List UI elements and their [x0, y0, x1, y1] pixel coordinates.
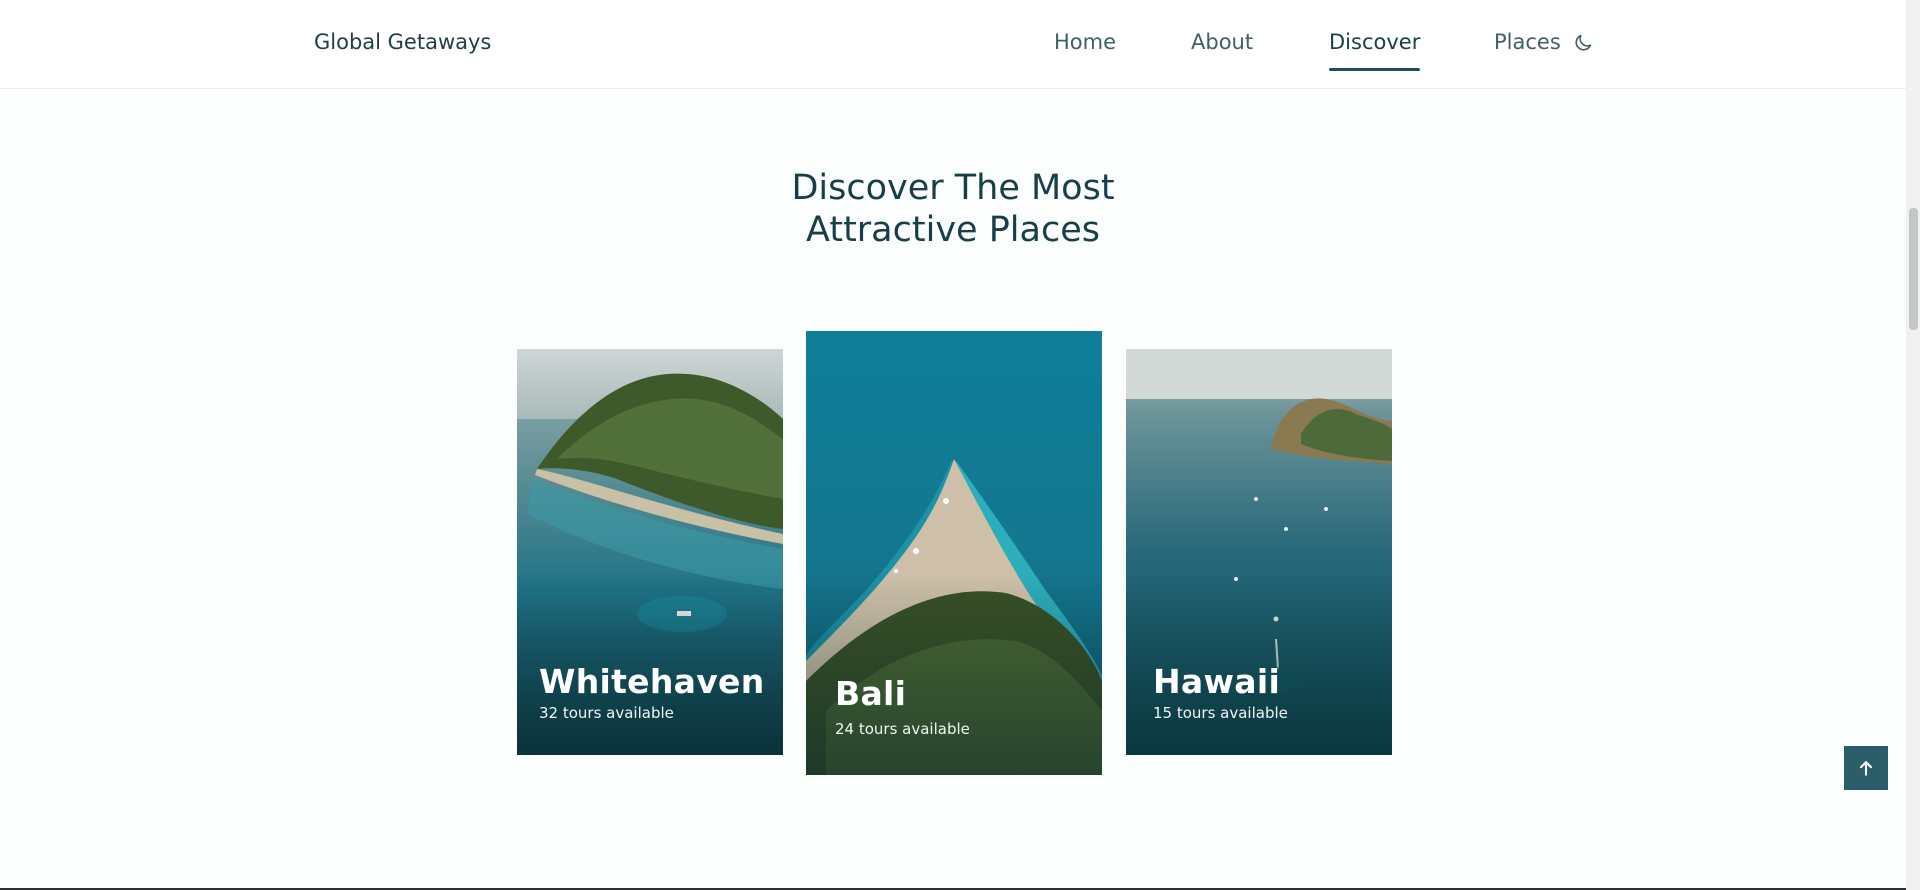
- card-tours: 32 tours available: [539, 704, 674, 722]
- card-title: Whitehaven: [539, 662, 765, 701]
- card-title: Bali: [835, 674, 907, 713]
- card-tours: 24 tours available: [835, 720, 970, 738]
- scrollbar[interactable]: [1906, 0, 1920, 890]
- nav-discover[interactable]: Discover: [1329, 30, 1421, 71]
- site-header: Global Getaways Home About Discover Plac…: [0, 0, 1906, 89]
- card-tours: 15 tours available: [1153, 704, 1288, 722]
- place-card-bali[interactable]: Bali 24 tours available: [806, 331, 1102, 775]
- logo[interactable]: Global Getaways: [314, 30, 491, 54]
- scroll-up-button[interactable]: [1844, 746, 1888, 790]
- place-card-whitehaven[interactable]: Whitehaven 32 tours available: [517, 349, 783, 755]
- nav-about[interactable]: About: [1191, 30, 1253, 54]
- card-title: Hawaii: [1153, 662, 1281, 701]
- scrollbar-thumb[interactable]: [1909, 208, 1918, 330]
- place-card-hawaii[interactable]: Hawaii 15 tours available: [1126, 349, 1392, 755]
- section-title-line2: Attractive Places: [806, 210, 1100, 250]
- arrow-up-icon: [1859, 761, 1873, 776]
- section-title-line1: Discover The Most: [791, 168, 1115, 208]
- nav-home[interactable]: Home: [1054, 30, 1116, 54]
- moon-icon[interactable]: [1572, 32, 1594, 54]
- section-title: Discover The Most Attractive Places: [0, 167, 1906, 251]
- nav-places[interactable]: Places: [1494, 30, 1561, 54]
